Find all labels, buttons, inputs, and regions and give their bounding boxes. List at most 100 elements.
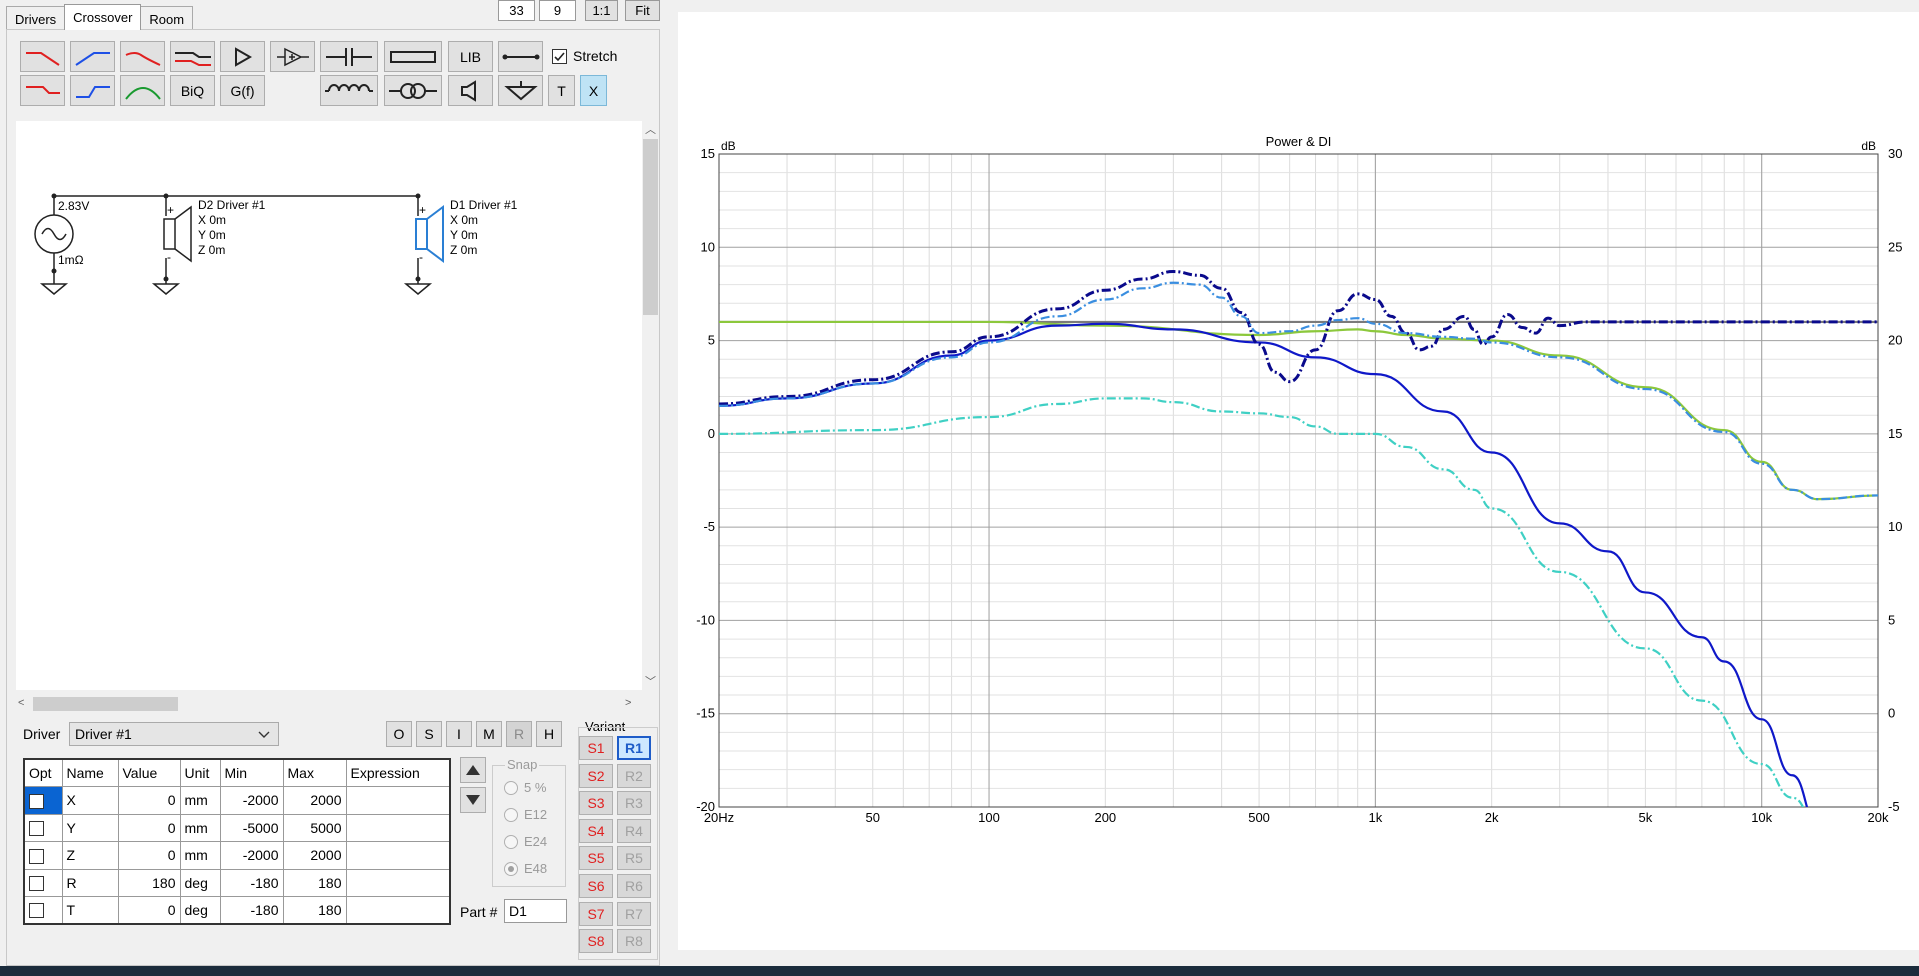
opt-cell[interactable]	[23, 813, 63, 842]
max-cell[interactable]: 180	[282, 896, 347, 925]
buffer-icon[interactable]	[220, 41, 265, 72]
max-cell[interactable]: 180	[282, 868, 347, 897]
biquad-button[interactable]: BiQ	[170, 75, 215, 106]
table-row[interactable]: T 0 deg -180 180	[23, 896, 451, 925]
variant-s6-button[interactable]: S6	[579, 874, 613, 898]
max-cell[interactable]: 2000	[282, 786, 347, 815]
lowpass-filter-icon[interactable]	[20, 41, 65, 72]
min-cell[interactable]: -5000	[219, 813, 284, 842]
schematic-horizontal-scrollbar[interactable]: < >	[16, 694, 642, 714]
speaker-icon[interactable]	[448, 75, 493, 106]
mode-m-button[interactable]: M	[476, 721, 502, 747]
one-to-one-button[interactable]: 1:1	[585, 0, 618, 21]
variant-s1-button[interactable]: S1	[579, 736, 613, 760]
min-cell[interactable]: -180	[219, 896, 284, 925]
stretch-option[interactable]: Stretch	[552, 48, 617, 64]
vertical-scroll-thumb[interactable]	[643, 139, 658, 315]
min-cell[interactable]: -180	[219, 868, 284, 897]
lowpass-step-icon[interactable]	[20, 75, 65, 106]
expression-cell[interactable]	[345, 896, 451, 925]
scroll-down-icon[interactable]: ﹀	[645, 673, 656, 689]
tab-room[interactable]: Room	[140, 6, 194, 30]
driver-select[interactable]: Driver #1	[69, 722, 279, 746]
opt-checkbox[interactable]	[29, 793, 44, 809]
mode-s-button[interactable]: S	[416, 721, 442, 747]
zoom-b-field[interactable]: 9	[539, 0, 576, 21]
table-row[interactable]: Y 0 mm -5000 5000	[23, 813, 451, 842]
expression-cell[interactable]	[345, 841, 451, 870]
min-cell[interactable]: -2000	[219, 786, 284, 815]
variant-r2-button[interactable]: R2	[617, 763, 651, 788]
expression-cell[interactable]	[345, 868, 451, 897]
value-cell[interactable]: 0	[117, 813, 181, 842]
shelf-filter-icon[interactable]	[170, 41, 215, 72]
lowpass-curve-icon[interactable]	[120, 41, 165, 72]
table-row[interactable]: R 180 deg -180 180	[23, 868, 451, 897]
value-cell[interactable]: 0	[117, 896, 181, 925]
resistor-icon[interactable]	[384, 41, 442, 72]
zoom-a-field[interactable]: 33	[498, 0, 535, 21]
bandpass-icon[interactable]	[120, 75, 165, 106]
snap-e24-radio[interactable]: E24	[504, 834, 547, 849]
horizontal-scroll-thumb[interactable]	[33, 697, 178, 711]
opt-cell[interactable]	[23, 841, 63, 870]
mode-r-button[interactable]: R	[506, 721, 532, 747]
amplifier-icon[interactable]	[270, 41, 315, 72]
tab-drivers[interactable]: Drivers	[6, 6, 66, 30]
fit-button[interactable]: Fit	[625, 0, 660, 21]
variant-r3-button[interactable]: R3	[617, 791, 651, 816]
variant-s7-button[interactable]: S7	[579, 901, 613, 926]
schematic-vertical-scrollbar[interactable]: ︿ ﹀	[642, 121, 659, 690]
scroll-right-icon[interactable]: >	[625, 697, 631, 709]
variant-s4-button[interactable]: S4	[579, 818, 613, 843]
max-cell[interactable]: 5000	[282, 813, 347, 842]
increment-button[interactable]	[460, 757, 486, 783]
opt-checkbox[interactable]	[29, 848, 44, 864]
table-row[interactable]: X 0 mm -2000 2000	[23, 786, 451, 815]
text-tool-button[interactable]: T	[548, 75, 575, 106]
variant-r6-button[interactable]: R6	[617, 874, 651, 898]
part-number-field[interactable]	[504, 899, 567, 923]
variant-s5-button[interactable]: S5	[579, 846, 613, 871]
variant-s8-button[interactable]: S8	[579, 929, 613, 954]
expression-cell[interactable]	[345, 813, 451, 842]
min-cell[interactable]: -2000	[219, 841, 284, 870]
variant-r4-button[interactable]: R4	[617, 818, 651, 843]
snap-e48-radio[interactable]: E48	[504, 861, 547, 876]
opt-cell[interactable]	[23, 868, 63, 897]
snap-e12-radio[interactable]: E12	[504, 807, 547, 822]
opt-cell[interactable]	[23, 786, 63, 815]
stretch-checkbox[interactable]	[552, 48, 567, 64]
schematic-canvas[interactable]: 2.83V 1mΩ + - D2 Driver #1 X 0m Y 0m Z 0…	[16, 121, 642, 690]
opt-cell[interactable]	[23, 896, 63, 925]
max-cell[interactable]: 2000	[282, 841, 347, 870]
transformer-icon[interactable]	[384, 75, 442, 106]
variant-r5-button[interactable]: R5	[617, 846, 651, 871]
driver-d1[interactable]: + -	[403, 196, 444, 295]
expression-cell[interactable]	[345, 786, 451, 815]
mode-h-button[interactable]: H	[536, 721, 562, 747]
opt-checkbox[interactable]	[29, 903, 44, 919]
opt-checkbox[interactable]	[29, 821, 44, 837]
lib-button[interactable]: LIB	[448, 41, 493, 72]
value-cell[interactable]: 180	[117, 868, 181, 897]
driver-d2[interactable]: + -	[151, 196, 192, 295]
variant-s3-button[interactable]: S3	[579, 791, 613, 816]
highpass-step-icon[interactable]	[70, 75, 115, 106]
transfer-function-button[interactable]: G(f)	[220, 75, 265, 106]
highpass-filter-icon[interactable]	[70, 41, 115, 72]
scroll-up-icon[interactable]: ︿	[645, 121, 656, 137]
variant-r8-button[interactable]: R8	[617, 929, 651, 954]
variant-r1-button[interactable]: R1	[617, 736, 651, 760]
variant-r7-button[interactable]: R7	[617, 901, 651, 926]
decrement-button[interactable]	[460, 787, 486, 813]
ground-icon[interactable]	[498, 75, 543, 106]
value-cell[interactable]: 0	[117, 786, 181, 815]
scroll-left-icon[interactable]: <	[18, 697, 24, 709]
opt-checkbox[interactable]	[29, 876, 44, 892]
tab-crossover[interactable]: Crossover	[64, 4, 142, 30]
table-row[interactable]: Z 0 mm -2000 2000	[23, 841, 451, 870]
x-tool-button[interactable]: X	[580, 75, 607, 106]
power-di-chart[interactable]: Power & DIdB dB151050-5-10-15-20302520151…	[678, 12, 1919, 950]
wire-icon[interactable]	[498, 41, 543, 72]
